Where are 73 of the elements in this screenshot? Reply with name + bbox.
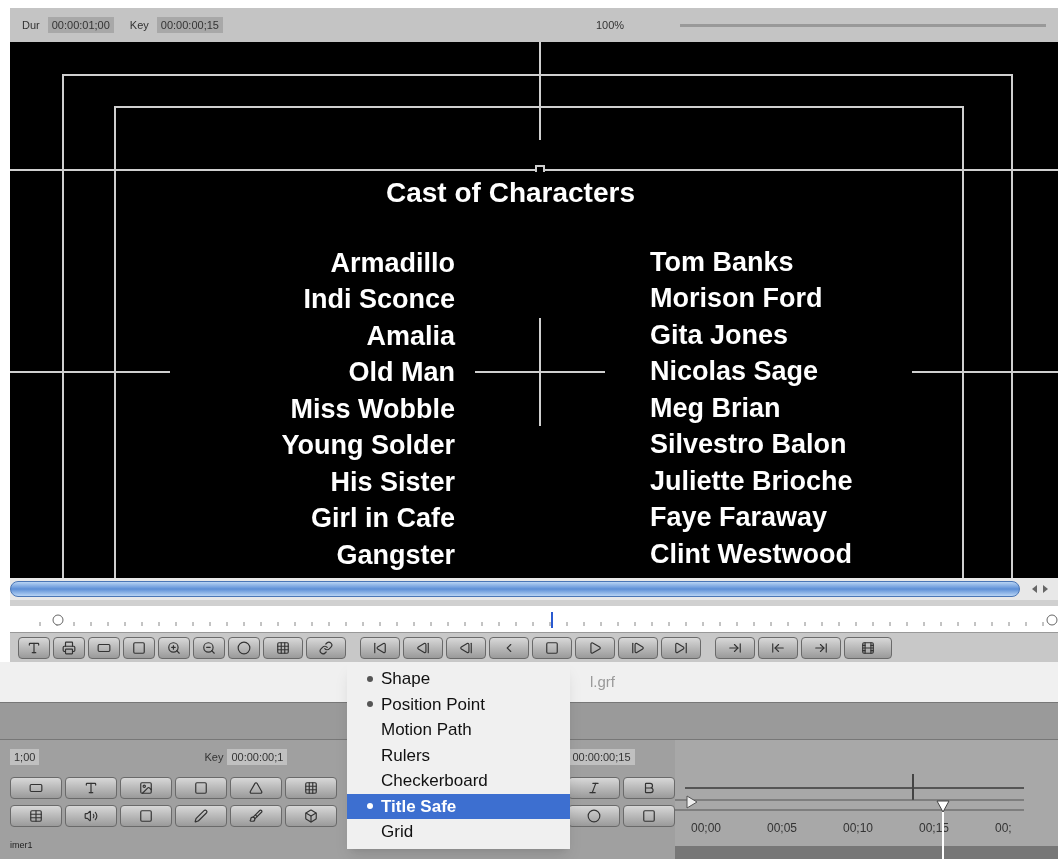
menu-item[interactable]: Position Point [347,691,570,717]
menu-item[interactable]: Motion Path [347,717,570,743]
actor-name: Silvestro Balon [650,429,847,460]
go-to-icon[interactable] [801,636,841,659]
menu-item[interactable]: Grid [347,819,570,845]
rectangle-icon[interactable] [10,777,62,799]
step-forward-icon[interactable] [618,636,658,659]
actor-name: Gita Jones [650,319,789,350]
key-field[interactable]: 00:00:00;1 [227,748,288,766]
image-icon[interactable] [120,777,172,799]
role-name: Young Solder [281,432,455,460]
link-icon[interactable] [306,636,346,659]
key-label: Key [129,17,149,33]
mark-out-icon[interactable] [758,636,798,659]
speaker-icon[interactable] [65,805,117,827]
actor-name: Juliette Brioche [650,465,853,496]
actor-name: Morison Ford [650,283,823,314]
role-name: Amalia [366,322,455,350]
menu-item[interactable]: Checkerboard [347,768,570,794]
italic-icon[interactable] [568,777,620,799]
role-name: Gangster [336,541,455,569]
grid-icon[interactable] [285,777,337,799]
time-label: 00;10 [843,821,874,835]
actor-name: Clint Westwood [650,538,852,569]
text-icon[interactable] [65,777,117,799]
mark-in-icon[interactable] [715,636,755,659]
menu-item[interactable]: Title Safe [347,793,570,819]
role-name: Old Man [348,359,455,387]
bold-icon[interactable] [623,777,675,799]
pen-icon[interactable] [175,805,227,827]
menu-item[interactable]: Shape [347,666,570,692]
square-icon[interactable] [123,636,155,659]
actor-name: Meg Brian [650,392,781,423]
time-field[interactable]: 1;00 [10,748,40,766]
time-label: 00;00 [691,821,722,835]
role-name: Armadillo [330,249,455,277]
printer-icon[interactable] [53,636,85,659]
status-text: imer1 [10,838,33,852]
time-field[interactable]: 00:00:00;15 [568,748,635,766]
grid-icon[interactable] [263,636,303,659]
role-name: Miss Wobble [290,395,455,423]
role-name: His Sister [330,468,455,496]
zoom-out-icon[interactable] [193,636,225,659]
actor-name: Tom Banks [650,246,794,277]
horizontal-scrollbar[interactable] [10,581,1020,597]
rectangle-icon[interactable] [88,636,120,659]
skip-forward-icon[interactable] [661,636,701,659]
text-icon[interactable] [18,636,50,659]
file-name: l.grf [590,671,615,692]
table-icon[interactable] [10,805,62,827]
zoom-in-icon[interactable] [158,636,190,659]
film-icon[interactable] [844,636,892,659]
dur-label: Dur [22,17,40,33]
previous-icon[interactable] [489,636,529,659]
actor-name: Faye Faraway [650,502,828,533]
step-back-icon[interactable] [446,636,486,659]
cube-icon[interactable] [285,805,337,827]
stop-icon[interactable] [532,636,572,659]
time-label: 00; [995,821,1012,835]
menu-item[interactable]: Rulers [347,742,570,768]
step-back-icon[interactable] [403,636,443,659]
play-icon[interactable] [575,636,615,659]
zoom-label: 100% [595,17,625,33]
square-icon[interactable] [120,805,172,827]
role-name: Girl in Cafe [310,505,455,533]
duration-field[interactable]: 00:00:01;00 [47,16,114,34]
skip-back-icon[interactable] [360,636,400,659]
brush-icon[interactable] [230,805,282,827]
actor-name: Nicolas Sage [650,356,819,387]
role-name: Indi Sconce [303,286,455,314]
key-label: Key [204,749,224,765]
key-field[interactable]: 00:00:00;15 [156,16,223,34]
time-label: 00;05 [767,821,798,835]
